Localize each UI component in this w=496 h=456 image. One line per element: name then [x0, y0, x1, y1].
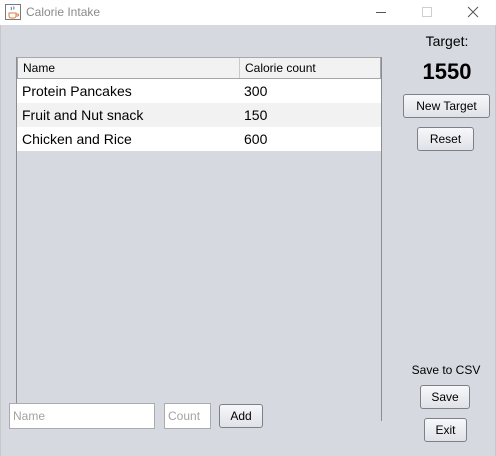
minimize-icon: [376, 12, 386, 13]
cell-name: Fruit and Nut snack: [22, 107, 144, 123]
column-header-name[interactable]: Name: [18, 58, 240, 78]
maximize-button[interactable]: [404, 0, 450, 25]
java-coffee-cup-icon: [5, 4, 21, 20]
new-target-button[interactable]: New Target: [403, 94, 490, 118]
window-title: Calorie Intake: [26, 5, 101, 19]
save-to-csv-label: Save to CSV: [411, 363, 481, 377]
window-content: Name Calorie count Protein Pancakes 300 …: [0, 25, 496, 456]
cell-name: Protein Pancakes: [22, 83, 132, 99]
cell-calorie-count: 150: [244, 107, 268, 123]
target-label: Target:: [425, 33, 469, 49]
calorie-table[interactable]: Name Calorie count Protein Pancakes 300 …: [16, 57, 382, 421]
close-button[interactable]: [450, 0, 496, 25]
cell-calorie-count: 600: [244, 131, 268, 147]
maximize-icon: [422, 7, 432, 17]
reset-button[interactable]: Reset: [417, 127, 474, 151]
add-button[interactable]: Add: [219, 404, 263, 428]
table-row[interactable]: Chicken and Rice 600: [17, 127, 381, 151]
table-row[interactable]: Fruit and Nut snack 150: [17, 103, 381, 127]
title-bar[interactable]: Calorie Intake: [0, 0, 496, 25]
table-header: Name Calorie count: [17, 57, 381, 79]
cell-name: Chicken and Rice: [22, 131, 132, 147]
name-input[interactable]: [9, 403, 155, 429]
cell-calorie-count: 300: [244, 83, 268, 99]
exit-button[interactable]: Exit: [424, 418, 467, 442]
table-row[interactable]: Protein Pancakes 300: [17, 79, 381, 103]
target-value: 1550: [422, 59, 472, 84]
minimize-button[interactable]: [358, 0, 404, 25]
close-icon: [467, 6, 479, 18]
save-button[interactable]: Save: [420, 385, 470, 409]
column-header-calorie-count[interactable]: Calorie count: [240, 58, 380, 78]
count-input[interactable]: [164, 403, 211, 429]
